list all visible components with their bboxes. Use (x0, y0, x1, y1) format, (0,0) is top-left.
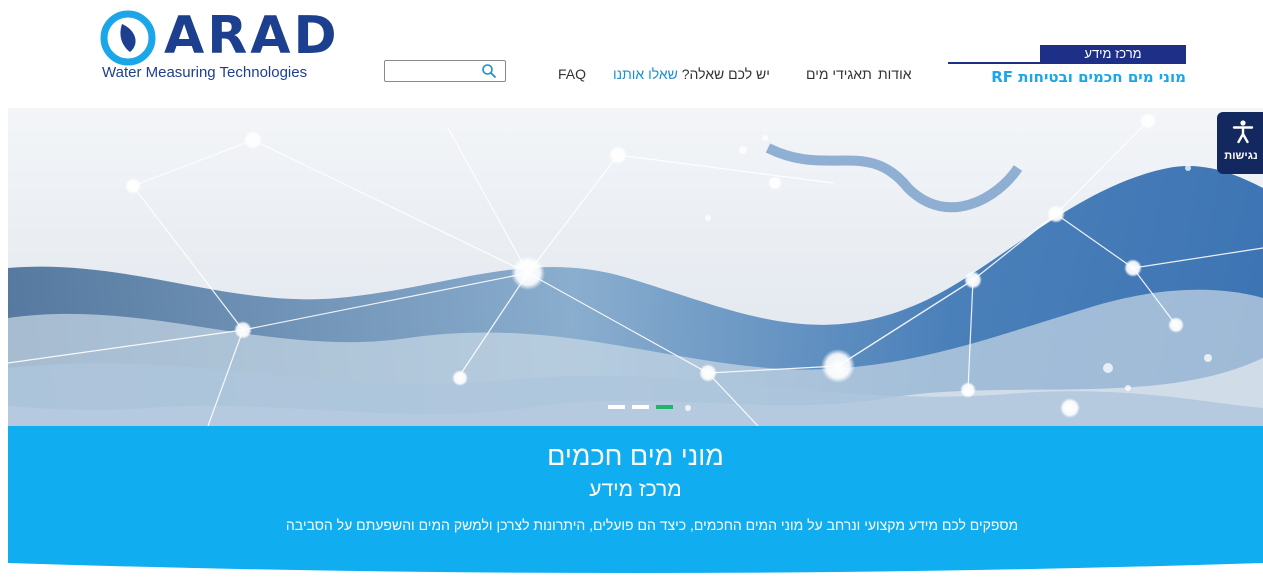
nav-about-link[interactable]: אודות (878, 65, 912, 83)
slider-dot-2[interactable] (632, 405, 649, 409)
hero-slider[interactable] (8, 108, 1263, 426)
search-icon[interactable] (481, 63, 497, 79)
info-center-badge[interactable]: מרכז מידע (1040, 45, 1186, 62)
slider-dot-1[interactable] (608, 405, 625, 409)
band-bottom-curve (8, 563, 1263, 577)
nav-faq-link[interactable]: FAQ (558, 65, 586, 83)
slider-dot-3-active[interactable] (656, 405, 673, 409)
logo-tagline: Water Measuring Technologies (102, 64, 308, 81)
info-center-title[interactable]: מוני מים חכמים ובטיחות RF (948, 66, 1186, 88)
search-box (384, 60, 506, 82)
ask-us-link[interactable]: שאלו אותנו (613, 66, 678, 82)
arad-logo[interactable]: ARAD Water Measuring Technologies (98, 6, 337, 81)
info-center-divider (948, 62, 1186, 64)
accessibility-button[interactable]: נגישות (1217, 112, 1263, 174)
band-subtitle: מרכז מידע (589, 478, 682, 501)
band-title: מוני מים חכמים (547, 441, 724, 471)
accessibility-person-icon (1232, 120, 1254, 144)
logo-wordmark: ARAD (164, 6, 340, 66)
site-header: ARAD Water Measuring Technologies FAQ יש… (0, 0, 1263, 108)
nav-ask-us: יש לכם שאלה? שאלו אותנו (613, 65, 770, 83)
nav-water-corporations-link[interactable]: תאגידי מים (806, 65, 872, 83)
water-drop-logo-icon (100, 10, 156, 66)
ask-question-text: יש לכם שאלה? (681, 66, 770, 82)
water-splash-image (8, 108, 1263, 426)
accessibility-label: נגישות (1224, 150, 1258, 162)
slider-indicators (608, 405, 674, 410)
band-description: מספקים לכם מידע מקצועי ונרחב על מוני המי… (285, 517, 1019, 533)
intro-band: מוני מים חכמים מרכז מידע מספקים לכם מידע… (8, 426, 1263, 577)
search-input[interactable] (388, 63, 476, 79)
